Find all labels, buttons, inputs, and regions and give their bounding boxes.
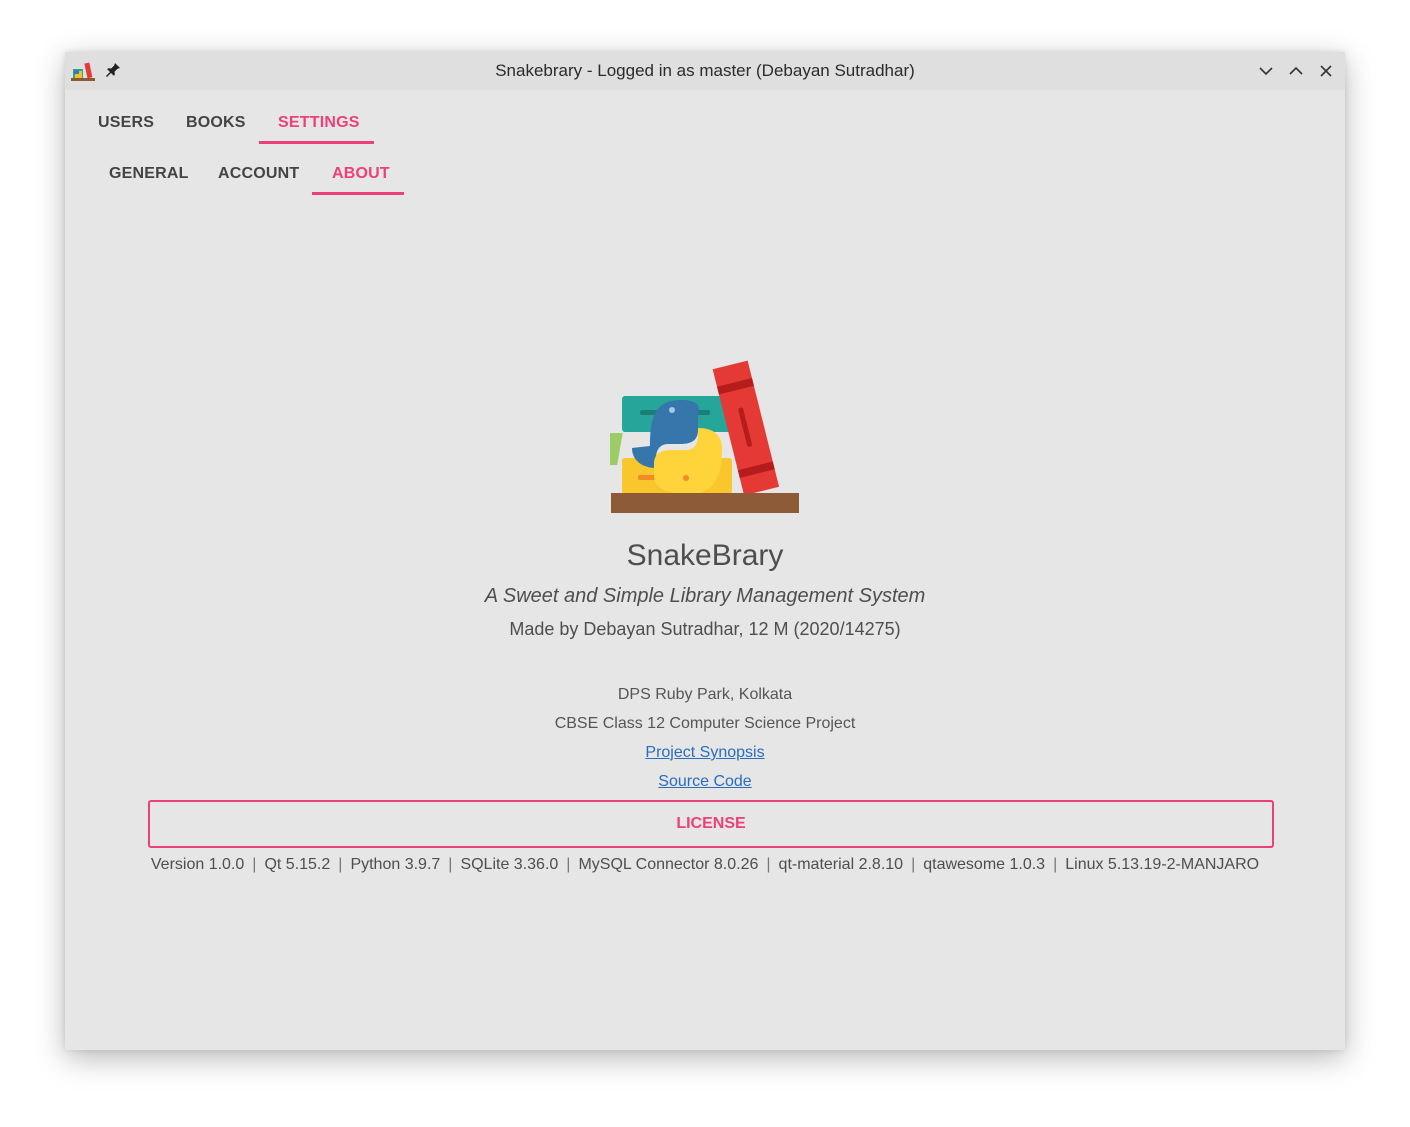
tab-settings-indicator (259, 141, 374, 144)
chevron-down-icon (1259, 67, 1273, 76)
version-info: Version 1.0.0 | Qt 5.15.2 | Python 3.9.7 | SQL… (65, 856, 1345, 874)
version-qtawesome: qtawesome 1.0.3 (923, 856, 1046, 873)
version-linux: Linux 5.13.19-2-MANJARO (1065, 856, 1260, 873)
tab-about[interactable]: ABOUT (332, 165, 390, 183)
tab-users[interactable]: USERS (98, 114, 154, 132)
tab-general[interactable]: GENERAL (109, 165, 189, 183)
author-credit: Made by Debayan Sutradhar, 12 M (2020/14… (509, 619, 901, 639)
app-tagline: A Sweet and Simple Library Management Sy… (484, 585, 926, 607)
snakebrary-logo (597, 358, 802, 516)
tab-about-indicator (312, 192, 404, 195)
course-name: CBSE Class 12 Computer Science Project (554, 715, 856, 732)
source-code-link[interactable]: Source Code (658, 773, 751, 790)
maximize-button[interactable] (1287, 62, 1305, 80)
tab-account[interactable]: ACCOUNT (218, 165, 299, 183)
app-window: Snakebrary - Logged in as master (Debaya… (65, 52, 1345, 1050)
version-qt: Qt 5.15.2 (264, 856, 331, 873)
synopsis-link-row: Project Synopsis (65, 744, 1345, 762)
version-app: Version 1.0.0 (150, 856, 245, 873)
tab-books[interactable]: BOOKS (186, 114, 246, 132)
version-separator: | (448, 856, 453, 873)
chevron-up-icon (1289, 66, 1303, 75)
source-link-row: Source Code (65, 773, 1345, 791)
version-separator: | (911, 856, 916, 873)
license-button[interactable]: LICENSE (148, 800, 1274, 848)
project-synopsis-link[interactable]: Project Synopsis (645, 744, 764, 761)
window-title: Snakebrary - Logged in as master (Debaya… (495, 61, 915, 80)
version-mysql-connector: MySQL Connector 8.0.26 (578, 856, 759, 873)
close-icon (1320, 65, 1332, 77)
version-separator: | (566, 856, 571, 873)
version-separator: | (338, 856, 343, 873)
version-sqlite: SQLite 3.36.0 (460, 856, 559, 873)
minimize-button[interactable] (1257, 62, 1275, 80)
version-separator: | (766, 856, 771, 873)
tab-settings[interactable]: SETTINGS (278, 114, 360, 132)
title-bar[interactable]: Snakebrary - Logged in as master (Debaya… (65, 52, 1345, 90)
version-qt-material: qt-material 2.8.10 (778, 856, 904, 873)
app-name: SnakeBrary (626, 539, 784, 572)
school-name: DPS Ruby Park, Kolkata (617, 686, 793, 703)
version-separator: | (252, 856, 257, 873)
close-button[interactable] (1317, 62, 1335, 80)
version-python: Python 3.9.7 (350, 856, 441, 873)
version-separator: | (1053, 856, 1058, 873)
